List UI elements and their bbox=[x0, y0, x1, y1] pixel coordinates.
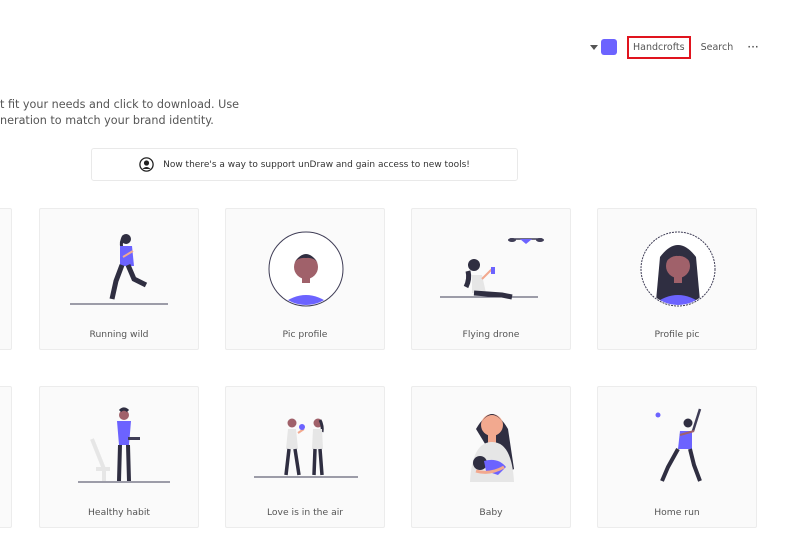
nav-link-search[interactable]: Search bbox=[701, 42, 734, 53]
illustration-title: Profile pic bbox=[654, 329, 700, 340]
illustration-title: Home run bbox=[654, 507, 700, 518]
flying-drone-illustration bbox=[440, 238, 544, 300]
intro-line-1: t fit your needs and click to download. … bbox=[0, 98, 240, 111]
avatar-icon bbox=[139, 157, 154, 172]
illustration-title: Running wild bbox=[89, 329, 149, 340]
top-nav: Handcrofts Search ··· bbox=[590, 35, 759, 59]
illustration-card-flying-drone[interactable]: Flying drone bbox=[411, 208, 571, 350]
profile-pic-illustration bbox=[640, 231, 716, 307]
home-run-illustration bbox=[655, 408, 702, 482]
nav-link-handcrofts[interactable]: Handcrofts bbox=[627, 35, 691, 59]
intro-line-2: neration to match your brand identity. bbox=[0, 114, 214, 127]
partial-card[interactable] bbox=[0, 208, 12, 350]
partial-card[interactable] bbox=[0, 386, 12, 528]
intro-text: t fit your needs and click to download. … bbox=[0, 97, 239, 129]
illustration-title: Baby bbox=[479, 507, 503, 518]
illustration-card-love-is-in-the-air[interactable]: Love is in the air bbox=[225, 386, 385, 528]
color-picker-caret-icon[interactable] bbox=[590, 44, 598, 50]
illustration-title: Flying drone bbox=[462, 329, 520, 340]
illustration-card-healthy-habit[interactable]: Healthy habit bbox=[39, 386, 199, 528]
baby-illustration bbox=[470, 414, 514, 482]
illustration-card-running-wild[interactable]: Running wild bbox=[39, 208, 199, 350]
pic-profile-illustration bbox=[268, 231, 344, 307]
drone-shape bbox=[508, 238, 544, 244]
love-is-in-the-air-illustration bbox=[254, 418, 358, 478]
illustration-title: Love is in the air bbox=[266, 507, 344, 518]
support-banner[interactable]: Now there's a way to support unDraw and … bbox=[91, 148, 518, 181]
illustration-title: Healthy habit bbox=[88, 507, 150, 518]
illustration-title: Pic profile bbox=[282, 329, 328, 340]
banner-text: Now there's a way to support unDraw and … bbox=[163, 159, 470, 170]
illustration-card-pic-profile[interactable]: Pic profile bbox=[225, 208, 385, 350]
illustration-card-baby[interactable]: Baby bbox=[411, 386, 571, 528]
illustration-card-home-run[interactable]: Home run bbox=[597, 386, 757, 528]
running-person-illustration bbox=[70, 234, 168, 305]
healthy-habit-illustration bbox=[78, 407, 170, 483]
accent-color-swatch[interactable] bbox=[601, 39, 617, 55]
illustration-card-profile-pic[interactable]: Profile pic bbox=[597, 208, 757, 350]
more-menu-icon[interactable]: ··· bbox=[747, 41, 758, 53]
